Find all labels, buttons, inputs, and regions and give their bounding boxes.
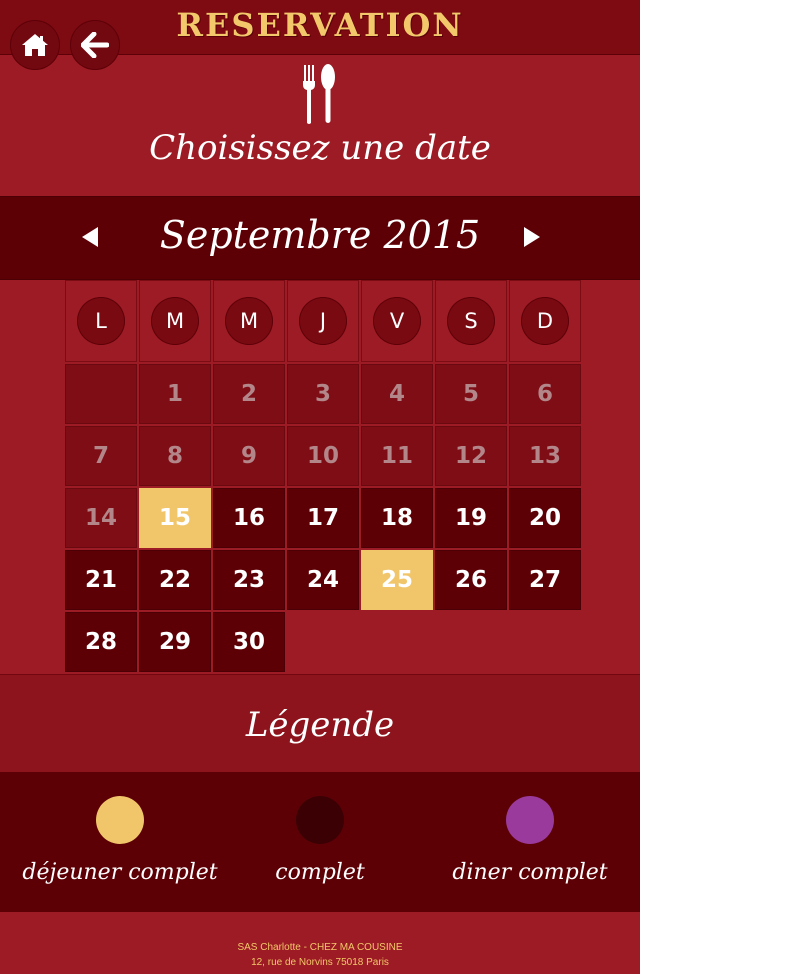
calendar-day-10: 10 [287,426,359,486]
calendar-day-13: 13 [509,426,581,486]
legend-label: complet [275,860,365,885]
calendar-empty-cell [509,612,581,672]
calendar-day-27[interactable]: 27 [509,550,581,610]
calendar-day-6: 6 [509,364,581,424]
back-arrow-icon [81,32,109,58]
calendar-day-30[interactable]: 30 [213,612,285,672]
month-navigation: Septembre 2015 [0,196,640,280]
calendar-day-9: 9 [213,426,285,486]
triangle-left-icon[interactable] [78,225,102,249]
footer-company: SAS Charlotte - CHEZ MA COUSINE [237,942,403,953]
weekday-label: M [151,297,199,345]
legend-label: déjeuner complet [22,860,218,885]
weekday-label: D [521,297,569,345]
calendar-day-24[interactable]: 24 [287,550,359,610]
calendar-weeks: 1 2 3 4 5 6 7 8 9 10 11 12 13 14 15 16 17 18 19 20 21 22 23 24 2… [64,363,582,673]
weekday-cell: D [509,280,581,362]
calendar-day-14: 14 [65,488,137,548]
legend-label: diner complet [452,860,608,885]
calendar-week-row: 123456 [64,363,582,425]
calendar-week-row: 7 8 9 10 11 12 13 [64,425,582,487]
weekday-cell: V [361,280,433,362]
calendar-week-row: 14 15 16 17 18 19 20 [64,487,582,549]
legend-item-lunch-full: déjeuner complet [10,796,230,885]
triangle-right-icon[interactable] [520,225,544,249]
calendar-day-29[interactable]: 29 [139,612,211,672]
calendar-empty-cell [435,612,507,672]
calendar-empty-cell [287,612,359,672]
calendar-day-26[interactable]: 26 [435,550,507,610]
calendar-day-15[interactable]: 15 [139,488,211,548]
choose-date-heading: Choisissez une date [149,128,491,168]
footer-address: 12, rue de Norvins 75018 Paris [251,957,389,968]
calendar-day-20[interactable]: 20 [509,488,581,548]
calendar-week-row: 21 22 23 24 25 26 27 [64,549,582,611]
weekday-header-row: L M M J V S D [64,279,582,363]
home-button[interactable] [10,20,60,70]
weekday-label: S [447,297,495,345]
calendar-day-21[interactable]: 21 [65,550,137,610]
home-icon [22,34,48,56]
calendar-day-2: 2 [213,364,285,424]
calendar-day-5: 5 [435,364,507,424]
calendar-day-22[interactable]: 22 [139,550,211,610]
weekday-cell: J [287,280,359,362]
calendar-week-row: 28 29 30 [64,611,582,673]
calendar-grid: L M M J V S D 1 2 3 4 5 6 7 8 9 10 11 12 13 14 15 16 17 1… [64,279,582,673]
weekday-label: M [225,297,273,345]
calendar-day-11: 11 [361,426,433,486]
back-button[interactable] [70,20,120,70]
legend-title: Légende [245,705,395,745]
calendar-day-18[interactable]: 18 [361,488,433,548]
reservation-app: RESERVATION Choisissez une date Septembr… [0,0,640,974]
calendar-empty-cell [361,612,433,672]
calendar-day-25[interactable]: 25 [361,550,433,610]
legend-dot-full [296,796,344,844]
weekday-label: V [373,297,421,345]
calendar-day-1: 1 [139,364,211,424]
calendar-empty-cell [65,364,137,424]
calendar-day-3: 3 [287,364,359,424]
legend-dot-lunch-full [96,796,144,844]
weekday-cell: M [213,280,285,362]
calendar-day-8: 8 [139,426,211,486]
weekday-cell: S [435,280,507,362]
calendar-day-17[interactable]: 17 [287,488,359,548]
legend-header: Légende [0,674,640,773]
weekday-cell: L [65,280,137,362]
cutlery-icon [303,64,335,124]
month-label: Septembre 2015 [159,213,481,257]
weekday-label: J [299,297,347,345]
calendar-day-19[interactable]: 19 [435,488,507,548]
calendar-day-7: 7 [65,426,137,486]
calendar-day-28[interactable]: 28 [65,612,137,672]
calendar-day-23[interactable]: 23 [213,550,285,610]
footer: SAS Charlotte - CHEZ MA COUSINE 12, rue … [0,912,640,974]
legend-item-dinner-full: diner complet [420,796,640,885]
legend-item-full: complet [210,796,430,885]
calendar-day-16[interactable]: 16 [213,488,285,548]
weekday-cell: M [139,280,211,362]
weekday-label: L [77,297,125,345]
calendar-day-4: 4 [361,364,433,424]
legend-dot-dinner-full [506,796,554,844]
calendar-day-12: 12 [435,426,507,486]
legend-items: déjeuner complet complet diner complet [0,772,640,912]
